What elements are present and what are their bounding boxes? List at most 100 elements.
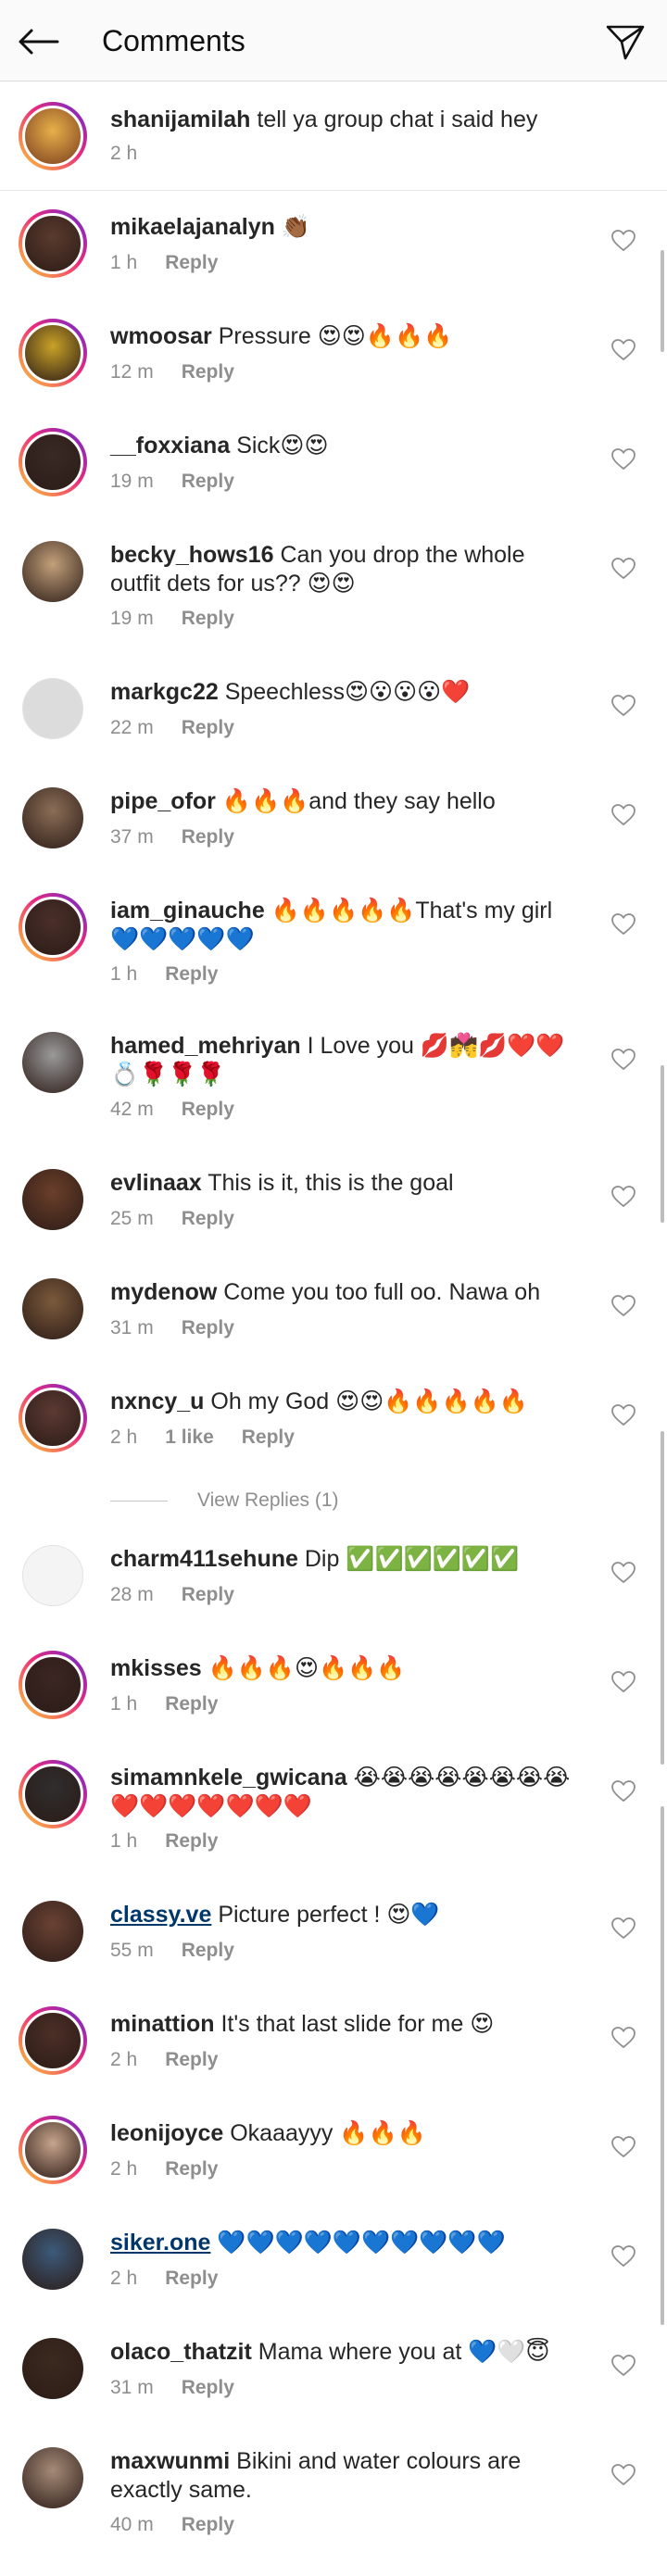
comment-username[interactable]: mydenow: [110, 1279, 217, 1305]
comment-time: 22 m: [110, 717, 154, 738]
avatar[interactable]: [19, 2334, 87, 2403]
avatar[interactable]: [19, 1275, 87, 1343]
comment-username[interactable]: pipe_ofor: [110, 788, 216, 814]
avatar[interactable]: [19, 1760, 87, 1828]
comment-username[interactable]: maxwunmi: [110, 2448, 230, 2474]
comment-username[interactable]: classy.ve: [110, 1902, 211, 1928]
like-button[interactable]: [611, 448, 636, 472]
reply-button[interactable]: Reply: [182, 471, 234, 492]
reply-button[interactable]: Reply: [182, 1208, 234, 1229]
avatar[interactable]: [19, 2116, 87, 2184]
reply-button[interactable]: Reply: [182, 717, 234, 738]
like-button[interactable]: [611, 695, 636, 719]
back-button[interactable]: [15, 19, 61, 65]
reply-button[interactable]: Reply: [182, 608, 234, 629]
like-button[interactable]: [611, 2136, 636, 2160]
reply-button[interactable]: Reply: [165, 1693, 218, 1715]
comment-username[interactable]: hamed_mehriyan: [110, 1033, 301, 1059]
like-button[interactable]: [611, 558, 636, 582]
comment-username[interactable]: becky_hows16: [110, 542, 274, 568]
comment-row: nxncy_u Oh my God 😍😍🔥🔥🔥🔥🔥 2 h 1 like Reply: [0, 1384, 667, 1486]
like-button[interactable]: [611, 230, 636, 254]
scrollbar[interactable]: [661, 1431, 664, 1765]
avatar[interactable]: [19, 1897, 87, 1966]
reply-button[interactable]: Reply: [182, 2377, 234, 2398]
comment-username[interactable]: charm411sehune: [110, 1546, 298, 1572]
avatar[interactable]: [19, 1541, 87, 1610]
comment-row: maxwunmi Bikini and water colours are ex…: [0, 2444, 667, 2545]
like-button[interactable]: [611, 2464, 636, 2488]
reply-button[interactable]: Reply: [165, 252, 218, 273]
comment-username[interactable]: evlinaax: [110, 1170, 202, 1196]
avatar[interactable]: [19, 1384, 87, 1452]
reply-button[interactable]: Reply: [165, 963, 218, 985]
comment-text: Oh my God 😍😍🔥🔥🔥🔥🔥: [210, 1389, 528, 1414]
reply-button[interactable]: Reply: [182, 1099, 234, 1120]
scrollbar[interactable]: [661, 1806, 664, 2325]
comment-username[interactable]: simamnkele_gwicana: [110, 1765, 347, 1791]
caption-username[interactable]: shanijamilah: [110, 107, 250, 132]
like-button[interactable]: [611, 1295, 636, 1319]
comment-meta: 40 m Reply: [110, 2514, 262, 2536]
avatar[interactable]: [19, 2225, 87, 2293]
avatar[interactable]: [19, 1028, 87, 1097]
reply-button[interactable]: Reply: [165, 2158, 218, 2180]
reply-button[interactable]: Reply: [242, 1426, 295, 1448]
avatar[interactable]: [19, 209, 87, 278]
comment-username[interactable]: iam_ginauche: [110, 898, 265, 924]
avatar[interactable]: [19, 537, 87, 606]
like-button[interactable]: [611, 1780, 636, 1804]
avatar[interactable]: [19, 2444, 87, 2512]
like-button[interactable]: [611, 1562, 636, 1586]
avatar[interactable]: [19, 319, 87, 387]
avatar[interactable]: [19, 2006, 87, 2075]
like-button[interactable]: [611, 913, 636, 937]
like-button[interactable]: [611, 1186, 636, 1210]
like-button[interactable]: [611, 2245, 636, 2269]
view-replies-button[interactable]: View Replies (1): [110, 1489, 339, 1512]
reply-button[interactable]: Reply: [182, 1584, 234, 1605]
like-button[interactable]: [611, 1917, 636, 1941]
scrollbar[interactable]: [661, 250, 664, 352]
like-button[interactable]: [611, 2355, 636, 2379]
like-button[interactable]: [611, 1049, 636, 1073]
avatar[interactable]: [19, 1165, 87, 1234]
comment-username[interactable]: siker.one: [110, 2230, 210, 2256]
comment-time: 1 h: [110, 1830, 138, 1852]
reply-button[interactable]: Reply: [182, 2514, 234, 2535]
like-button[interactable]: [611, 1404, 636, 1428]
comment-username[interactable]: markgc22: [110, 679, 219, 705]
comment-text: 👏🏾: [281, 214, 310, 240]
avatar[interactable]: [19, 784, 87, 852]
comment-username[interactable]: wmoosar: [110, 323, 212, 349]
share-button[interactable]: [602, 19, 648, 65]
comment-username[interactable]: nxncy_u: [110, 1389, 204, 1414]
avatar[interactable]: [19, 428, 87, 496]
likes-count[interactable]: 1 like: [165, 1426, 214, 1448]
reply-button[interactable]: Reply: [182, 361, 234, 383]
reply-button[interactable]: Reply: [165, 1830, 218, 1852]
avatar-image: [22, 1901, 83, 1962]
comment-username[interactable]: leonijoyce: [110, 2120, 223, 2146]
avatar-image: [22, 213, 83, 274]
like-button[interactable]: [611, 1671, 636, 1695]
like-button[interactable]: [611, 2027, 636, 2051]
avatar[interactable]: [19, 893, 87, 961]
reply-button[interactable]: Reply: [182, 1317, 234, 1338]
reply-button[interactable]: Reply: [182, 1940, 234, 1961]
reply-button[interactable]: Reply: [182, 826, 234, 848]
comment-username[interactable]: olaco_thatzit: [110, 2339, 252, 2365]
comment-username[interactable]: mikaelajanalyn: [110, 214, 275, 240]
reply-button[interactable]: Reply: [165, 2049, 218, 2070]
scrollbar[interactable]: [661, 1065, 664, 1223]
like-button[interactable]: [611, 339, 636, 363]
comment-username[interactable]: minattion: [110, 2011, 215, 2037]
comment-row: pipe_ofor 🔥🔥🔥and they say hello 37 m Reply: [0, 784, 667, 886]
avatar[interactable]: [19, 674, 87, 743]
like-button[interactable]: [611, 804, 636, 828]
comment-username[interactable]: __foxxiana: [110, 433, 230, 459]
avatar[interactable]: [19, 102, 87, 170]
avatar[interactable]: [19, 1651, 87, 1719]
comment-username[interactable]: mkisses: [110, 1655, 202, 1681]
reply-button[interactable]: Reply: [165, 2268, 218, 2289]
